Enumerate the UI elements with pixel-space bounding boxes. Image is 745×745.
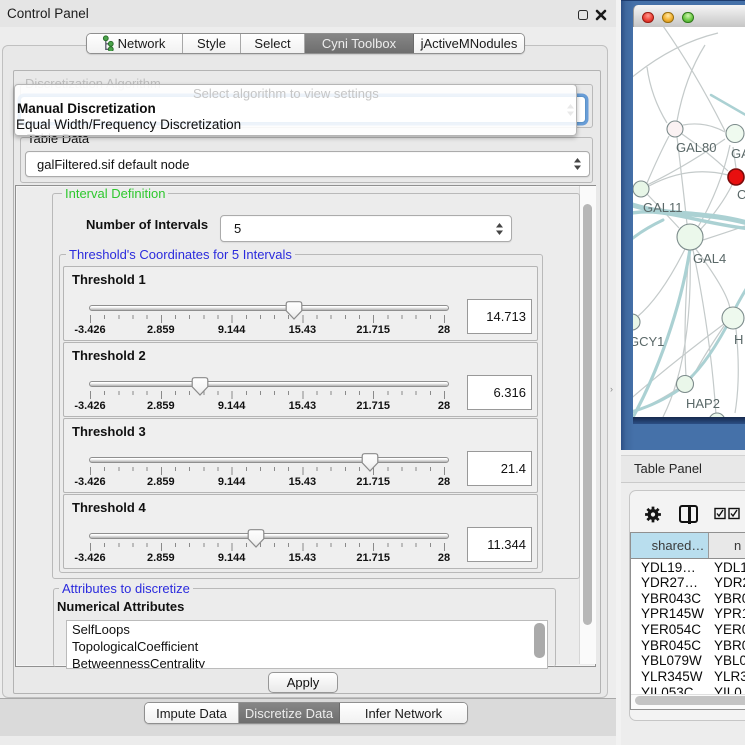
svg-text:H: H <box>734 332 743 347</box>
svg-text:GAL80: GAL80 <box>676 140 716 155</box>
svg-text:HAP2: HAP2 <box>686 396 720 411</box>
svg-text:GAL11: GAL11 <box>643 200 683 215</box>
svg-text:C: C <box>737 187 745 202</box>
svg-text:GAL4: GAL4 <box>693 251 726 266</box>
svg-text:GA: GA <box>731 146 745 161</box>
svg-text:GCY1: GCY1 <box>633 334 664 349</box>
